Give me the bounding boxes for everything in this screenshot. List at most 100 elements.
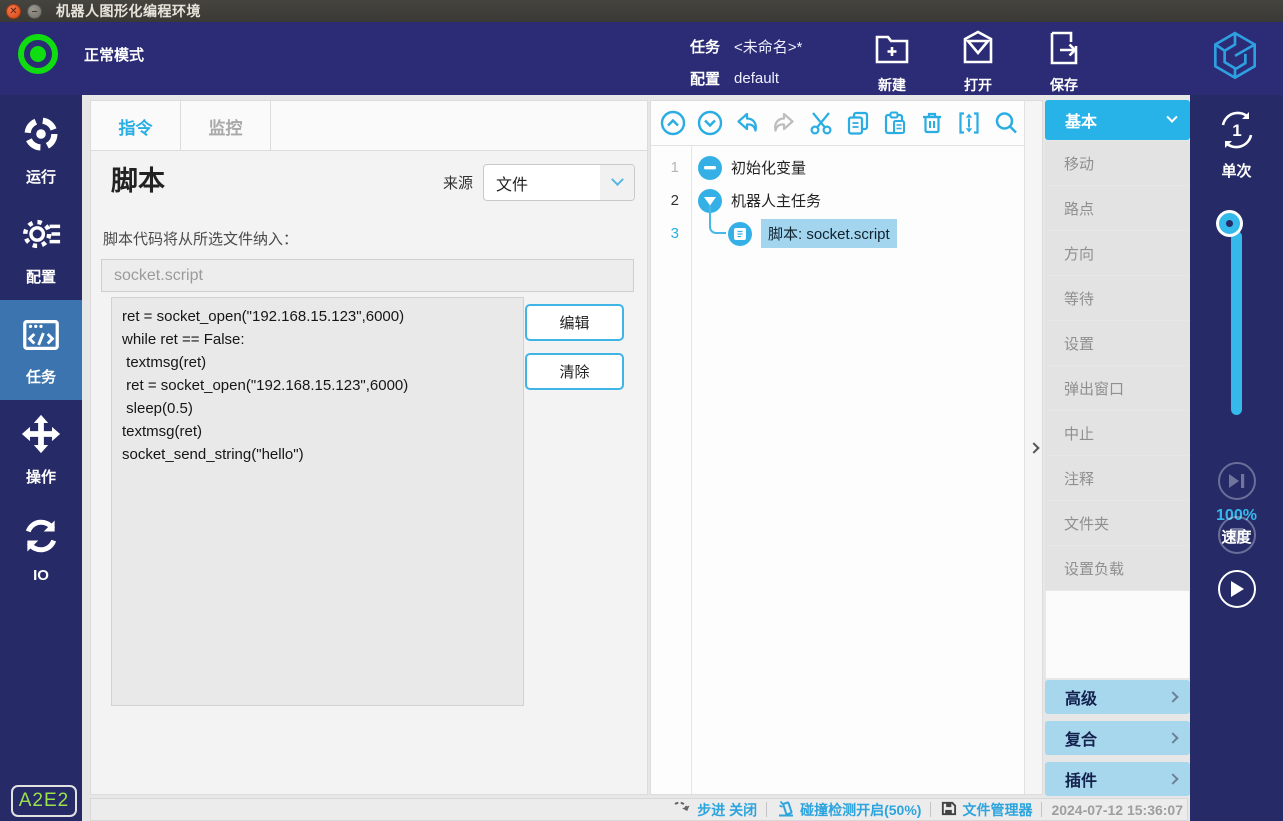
group-plugin-label: 插件 [1065, 767, 1169, 791]
copy-icon[interactable] [845, 110, 871, 136]
step-arrow-icon [673, 800, 692, 820]
row-number: 3 [651, 225, 691, 242]
task-value: <未命名>* [734, 36, 802, 57]
command-item-waypoint[interactable]: 路点 [1045, 186, 1190, 230]
brand-logo-icon [1209, 30, 1261, 93]
close-icon[interactable]: ✕ [6, 4, 21, 19]
app-header: 正常模式 任务 <未命名>* 配置 default 新建 [0, 22, 1283, 95]
single-run-icon: 1 [1216, 109, 1258, 156]
sidebar-item-operate[interactable]: 操作 [0, 400, 82, 500]
file-manager-link[interactable]: 文件管理器 [940, 800, 1032, 820]
group-composite-button[interactable]: 复合 [1045, 721, 1190, 755]
tree-row-label: 脚本: socket.script [761, 219, 897, 248]
mode-label: 正常模式 [84, 44, 144, 65]
clear-button[interactable]: 清除 [525, 353, 624, 390]
search-icon[interactable] [993, 110, 1019, 136]
collision-icon [776, 799, 795, 820]
play-button[interactable] [1218, 570, 1256, 608]
chevron-down-icon [1166, 112, 1177, 123]
code-line: textmsg(ret) [122, 420, 513, 443]
sidebar-item-io[interactable]: IO [0, 500, 82, 600]
redo-icon[interactable] [771, 110, 797, 136]
undo-icon[interactable] [734, 110, 760, 136]
code-line: sleep(0.5) [122, 397, 513, 420]
group-basic-header[interactable]: 基本 [1045, 100, 1190, 140]
app-window: ✕ – 机器人图形化编程环境 正常模式 任务 <未命名>* 配置 default [0, 0, 1283, 821]
sidebar-item-label: 配置 [26, 266, 56, 287]
command-item-set[interactable]: 设置 [1045, 321, 1190, 365]
save-button[interactable]: 保存 [1044, 28, 1084, 95]
paste-icon[interactable] [882, 110, 908, 136]
speed-slider-track[interactable] [1231, 231, 1242, 415]
page-title: 脚本 [111, 159, 165, 198]
move-down-icon[interactable] [697, 110, 723, 136]
status-separator [1041, 802, 1042, 817]
group-plugin-button[interactable]: 插件 [1045, 762, 1190, 796]
chevron-right-icon [1167, 691, 1178, 702]
open-button[interactable]: 打开 [958, 28, 998, 95]
script-node-icon[interactable] [728, 222, 752, 246]
chevron-right-icon [1028, 442, 1039, 453]
minimize-icon[interactable]: – [27, 4, 42, 19]
code-line: textmsg(ret) [122, 351, 513, 374]
tab-instruction[interactable]: 指令 [91, 101, 181, 151]
step-next-button[interactable] [1218, 462, 1256, 500]
config-value: default [734, 70, 779, 87]
new-folder-icon [872, 28, 912, 73]
command-item-move[interactable]: 移动 [1045, 141, 1190, 185]
cut-icon[interactable] [808, 110, 834, 136]
single-run-label: 单次 [1221, 160, 1251, 181]
move-up-icon[interactable] [660, 110, 686, 136]
edit-button[interactable]: 编辑 [525, 304, 624, 341]
code-line: ret = socket_open("192.168.15.123",6000) [122, 305, 513, 328]
tree-collapse-handle[interactable] [1024, 101, 1042, 794]
speed-slider-knob[interactable] [1219, 213, 1240, 234]
sidebar-item-run[interactable]: 运行 [0, 100, 82, 200]
source-select[interactable]: 文件 [483, 164, 635, 201]
delete-icon[interactable] [919, 110, 945, 136]
tree-row-init-vars[interactable]: 1 初始化变量 [651, 151, 1026, 184]
tree-row-main-task[interactable]: 2 机器人主任务 [651, 184, 1026, 217]
group-basic-label: 基本 [1065, 108, 1168, 132]
script-file-input[interactable] [101, 259, 634, 292]
command-list-spacer [1045, 591, 1190, 679]
speed-slider [1190, 205, 1283, 420]
command-item-popup[interactable]: 弹出窗口 [1045, 366, 1190, 410]
file-manager-icon [940, 800, 957, 820]
mode-indicator: 正常模式 [18, 34, 144, 74]
command-item-payload[interactable]: 设置负载 [1045, 546, 1190, 590]
single-run-control[interactable]: 1 单次 [1190, 109, 1283, 181]
step-mode-label: 步进 关闭 [697, 800, 757, 820]
tab-monitor[interactable]: 监控 [181, 101, 271, 151]
tree-toolbar [651, 101, 1026, 146]
command-item-folder[interactable]: 文件夹 [1045, 501, 1190, 545]
command-item-wait[interactable]: 等待 [1045, 276, 1190, 320]
config-label: 配置 [690, 68, 720, 89]
minus-node-icon[interactable] [698, 156, 722, 180]
collision-detect-status[interactable]: 碰撞检测开启(50%) [776, 799, 921, 820]
chevron-right-icon [1167, 773, 1178, 784]
robot-model-badge[interactable]: A2E2 [11, 785, 77, 817]
tree-row-script[interactable]: 3 脚本: socket.script [651, 217, 1026, 250]
code-line: socket_send_string("hello") [122, 443, 513, 466]
run-icon [20, 113, 62, 160]
sidebar-item-label: IO [33, 567, 49, 584]
task-label: 任务 [690, 36, 720, 57]
stop-button[interactable] [1218, 516, 1256, 554]
command-item-comment[interactable]: 注释 [1045, 456, 1190, 500]
new-button-label: 新建 [878, 75, 906, 95]
group-advanced-button[interactable]: 高级 [1045, 680, 1190, 714]
single-run-count: 1 [1232, 121, 1241, 140]
replace-icon[interactable] [956, 110, 982, 136]
source-row: 来源 文件 [443, 164, 635, 201]
new-button[interactable]: 新建 [872, 28, 912, 95]
source-select-value: 文件 [484, 171, 528, 195]
command-item-abort[interactable]: 中止 [1045, 411, 1190, 455]
tree-connector [709, 206, 726, 234]
sidebar-item-task[interactable]: 任务 [0, 300, 82, 400]
group-advanced-label: 高级 [1065, 685, 1169, 709]
sidebar-item-config[interactable]: 配置 [0, 200, 82, 300]
step-mode-status[interactable]: 步进 关闭 [673, 800, 757, 820]
tabbar: 指令 监控 [91, 101, 647, 151]
command-item-direction[interactable]: 方向 [1045, 231, 1190, 275]
